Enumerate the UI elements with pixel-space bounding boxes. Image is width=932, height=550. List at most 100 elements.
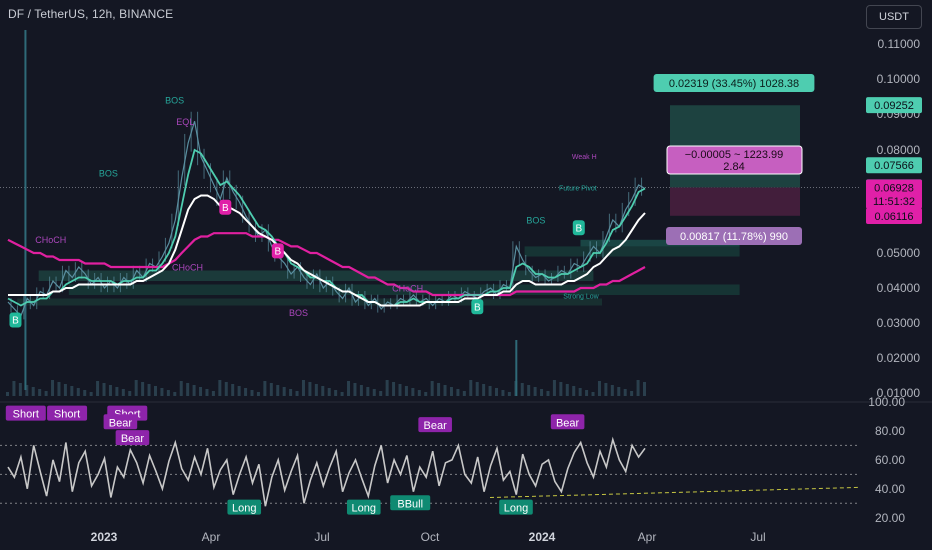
risk-reward-ratio: 2.84 bbox=[723, 161, 744, 173]
volume-bar bbox=[250, 390, 254, 396]
time-axis-tick: Apr bbox=[638, 530, 657, 544]
volume-bar bbox=[205, 389, 209, 396]
signal-marker[interactable]: B bbox=[219, 199, 232, 215]
oscillator-label-text: Bear bbox=[109, 417, 133, 429]
structure-annotation: BOS bbox=[526, 215, 545, 225]
volume-bar bbox=[385, 380, 389, 396]
volume-bar bbox=[269, 383, 273, 396]
structure-annotation: Weak H bbox=[572, 154, 597, 161]
osc-axis-tick: 100.00 bbox=[868, 395, 905, 409]
volume-bar bbox=[121, 389, 125, 396]
time-axis-tick: 2024 bbox=[529, 530, 556, 544]
oscillator-label-text: Short bbox=[54, 409, 80, 421]
signal-marker[interactable]: B bbox=[471, 299, 484, 315]
volume-bar bbox=[153, 386, 157, 396]
oscillator-label-text: Long bbox=[352, 503, 376, 515]
signal-marker-label: B bbox=[474, 302, 481, 313]
volume-bar bbox=[475, 382, 479, 396]
price-axis-label-text: 0.07566 bbox=[874, 160, 914, 172]
volume-bar bbox=[63, 384, 67, 396]
oscillator-label[interactable]: Bear bbox=[418, 417, 452, 433]
chart-canvas[interactable]: BOS BOS EQL CHoCH CHoCH BOS CHoCH BOS Strong Low… bbox=[0, 0, 932, 550]
volume-bar bbox=[359, 385, 363, 396]
oscillator-label[interactable]: Long bbox=[227, 499, 262, 515]
volume-bar bbox=[456, 389, 460, 396]
signal-marker[interactable]: B bbox=[9, 312, 22, 328]
volume-bar bbox=[31, 387, 35, 396]
oscillator-label[interactable]: Bear bbox=[103, 414, 138, 430]
osc-axis-tick: 80.00 bbox=[875, 424, 905, 438]
currency-button[interactable]: USDT bbox=[866, 5, 922, 29]
volume-bar bbox=[404, 386, 408, 396]
time-axis-tick: Jul bbox=[314, 530, 329, 544]
oscillator-label-text: Long bbox=[504, 503, 528, 515]
volume-bar bbox=[224, 382, 228, 396]
signal-marker[interactable]: B bbox=[271, 243, 284, 259]
volume-bar bbox=[366, 387, 370, 396]
time-axis-tick: Apr bbox=[202, 530, 221, 544]
volume-bar bbox=[295, 391, 299, 396]
volume-bar bbox=[630, 391, 634, 396]
stop-label[interactable]: 0.00817 (11.78%) 990 bbox=[666, 227, 802, 245]
oscillator-label[interactable]: BBull bbox=[390, 495, 431, 511]
volume-bar bbox=[263, 381, 267, 396]
volume-spike bbox=[24, 30, 27, 390]
volume-bar bbox=[501, 390, 505, 396]
volume-bar bbox=[610, 385, 614, 396]
volume-bar bbox=[424, 392, 428, 396]
risk-reward-box[interactable]: −0.00005 ~ 1223.992.84 bbox=[666, 145, 803, 175]
volume-bar bbox=[256, 392, 260, 396]
stop-label-text: 0.00817 (11.78%) 990 bbox=[680, 231, 788, 243]
signal-marker[interactable]: B bbox=[572, 220, 585, 236]
price-axis-label-text: 0.06928 bbox=[874, 183, 914, 195]
price-axis-label-text: 0.06116 bbox=[875, 211, 914, 223]
volume-bar bbox=[18, 383, 22, 396]
oscillator-label[interactable]: Short bbox=[5, 405, 46, 421]
volume-bar bbox=[495, 388, 499, 396]
volume-bar bbox=[141, 382, 145, 396]
oscillator-label-text: Long bbox=[232, 503, 256, 515]
volume-bar bbox=[76, 388, 80, 396]
volume-bar bbox=[44, 391, 48, 396]
target-label[interactable]: 0.02319 (33.45%) 1028.38 bbox=[653, 74, 815, 92]
volume-bar bbox=[643, 382, 646, 396]
price-axis-tick: 0.05000 bbox=[877, 246, 921, 260]
osc-axis-tick: 40.00 bbox=[875, 482, 905, 496]
volume-bar bbox=[398, 384, 402, 396]
osc-axis-tick: 60.00 bbox=[875, 453, 905, 467]
price-axis-label: 11:51:32 bbox=[866, 192, 922, 209]
volume-bar bbox=[340, 392, 344, 396]
structure-annotation: CHoCH bbox=[392, 284, 423, 294]
volume-bar bbox=[552, 380, 556, 396]
volume-bar bbox=[623, 389, 627, 396]
structure-annotation: BOS bbox=[289, 308, 308, 318]
price-axis-label-text: 11:51:32 bbox=[873, 196, 915, 208]
volume-bar bbox=[166, 390, 170, 396]
position-stop-zone[interactable] bbox=[670, 187, 800, 216]
volume-bar bbox=[617, 387, 621, 396]
oscillator-label-text: Bear bbox=[121, 433, 145, 445]
oscillator-label[interactable]: Long bbox=[346, 499, 381, 515]
volume-bar bbox=[321, 386, 325, 396]
volume-bar bbox=[597, 381, 601, 396]
volume-bar bbox=[160, 388, 164, 396]
volume-bar bbox=[507, 392, 511, 396]
volume-bar bbox=[70, 386, 74, 396]
oscillator-label[interactable]: Bear bbox=[550, 414, 585, 430]
volume-bar bbox=[559, 382, 563, 396]
oscillator-label[interactable]: Bear bbox=[115, 430, 150, 446]
volume-bar bbox=[347, 381, 351, 396]
oscillator-label[interactable]: Short bbox=[47, 405, 88, 421]
oscillator-label[interactable]: Long bbox=[499, 499, 533, 515]
volume-bar bbox=[379, 391, 383, 396]
price-axis-label: 0.06116 bbox=[866, 207, 922, 224]
volume-bar bbox=[488, 386, 492, 396]
volume-bar bbox=[102, 383, 106, 396]
volume-spike bbox=[515, 340, 518, 396]
volume-bar bbox=[12, 381, 16, 396]
volume-bar bbox=[282, 387, 286, 396]
risk-reward-text: −0.00005 ~ 1223.99 bbox=[685, 149, 783, 161]
price-axis-tick: 0.10000 bbox=[877, 72, 921, 86]
oscillator-label-text: Bear bbox=[556, 417, 580, 429]
volume-bar bbox=[578, 388, 582, 396]
